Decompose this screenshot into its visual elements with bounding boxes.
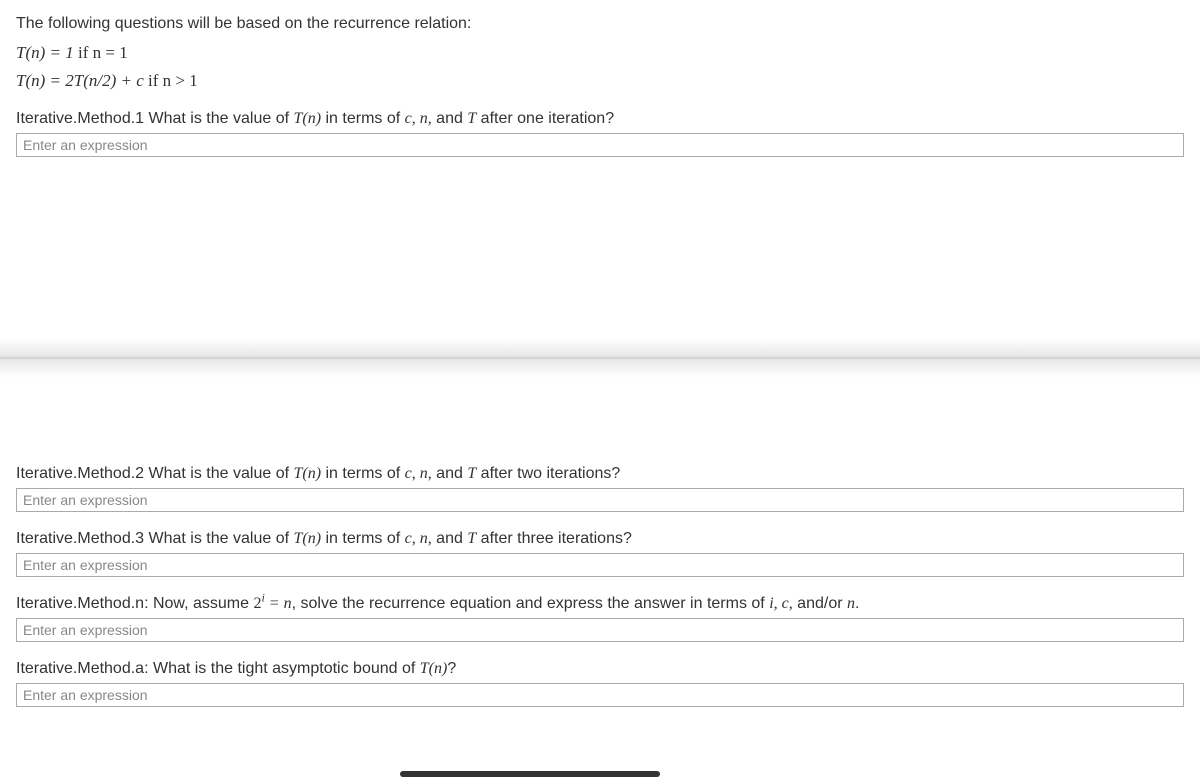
question-a-input[interactable]: [16, 683, 1184, 707]
section-divider: [0, 338, 1200, 378]
question-n: Iterative.Method.n: Now, assume 2i = n, …: [16, 592, 1184, 643]
question-2: Iterative.Method.2 What is the value of …: [16, 462, 1184, 513]
equation-recursive-case: T(n) = 2T(n/2) + c if n > 1: [16, 68, 1184, 94]
question-3: Iterative.Method.3 What is the value of …: [16, 527, 1184, 578]
intro-text: The following questions will be based on…: [16, 12, 1184, 36]
question-1-text: Iterative.Method.1 What is the value of …: [16, 107, 1184, 131]
question-n-text: Iterative.Method.n: Now, assume 2i = n, …: [16, 592, 1184, 616]
equation-base-case: T(n) = 1 if n = 1: [16, 40, 1184, 66]
question-n-input[interactable]: [16, 618, 1184, 642]
question-a: Iterative.Method.a: What is the tight as…: [16, 657, 1184, 708]
question-3-text: Iterative.Method.3 What is the value of …: [16, 527, 1184, 551]
question-2-input[interactable]: [16, 488, 1184, 512]
question-2-text: Iterative.Method.2 What is the value of …: [16, 462, 1184, 486]
question-a-text: Iterative.Method.a: What is the tight as…: [16, 657, 1184, 681]
question-1-input[interactable]: [16, 133, 1184, 157]
scrollbar-indicator: [400, 771, 660, 777]
question-1: Iterative.Method.1 What is the value of …: [16, 107, 1184, 158]
question-3-input[interactable]: [16, 553, 1184, 577]
